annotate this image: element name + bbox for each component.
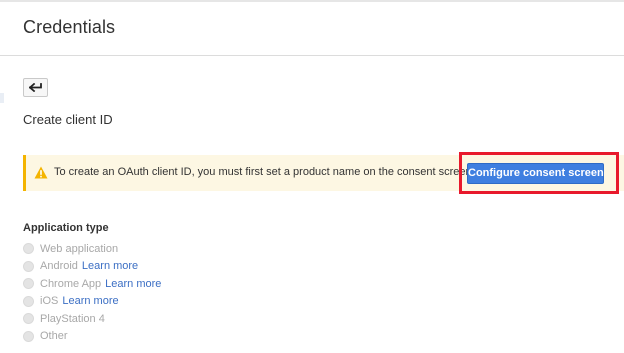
option-playstation-4[interactable]: PlayStation 4 [23,310,161,328]
back-arrow-icon [29,83,42,92]
page-header: Credentials [0,2,624,56]
option-android[interactable]: Android Learn more [23,258,161,276]
option-label: Web application [40,242,119,255]
option-label: Android [40,260,78,273]
radio-button[interactable] [23,243,34,255]
option-label: Chrome App [40,277,102,290]
back-button[interactable] [23,78,48,97]
learn-more-link[interactable]: Learn more [82,260,138,272]
radio-button[interactable] [23,313,34,325]
radio-button[interactable] [23,330,34,342]
learn-more-link[interactable]: Learn more [105,278,161,290]
option-label: iOS [40,295,59,308]
sidebar-edge [0,93,4,103]
page-subtitle: Create client ID [23,112,113,127]
credentials-page: Credentials Create client ID To create a… [0,0,624,353]
option-web-application[interactable]: Web application [23,240,161,258]
radio-button[interactable] [23,295,34,307]
warning-icon [34,166,48,179]
learn-more-link[interactable]: Learn more [62,295,118,307]
alert-message: To create an OAuth client ID, you must f… [54,166,472,178]
option-label: Other [40,330,68,343]
configure-consent-screen-button[interactable]: Configure consent screen [467,163,604,184]
option-chrome-app[interactable]: Chrome App Learn more [23,275,161,293]
option-label: PlayStation 4 [40,312,105,325]
radio-button[interactable] [23,260,34,272]
radio-button[interactable] [23,278,34,290]
option-other[interactable]: Other [23,328,161,346]
page-title: Credentials [23,17,116,37]
application-type-options: Web application Android Learn more Chrom… [23,240,161,345]
option-ios[interactable]: iOS Learn more [23,293,161,311]
application-type-label: Application type [23,222,109,234]
